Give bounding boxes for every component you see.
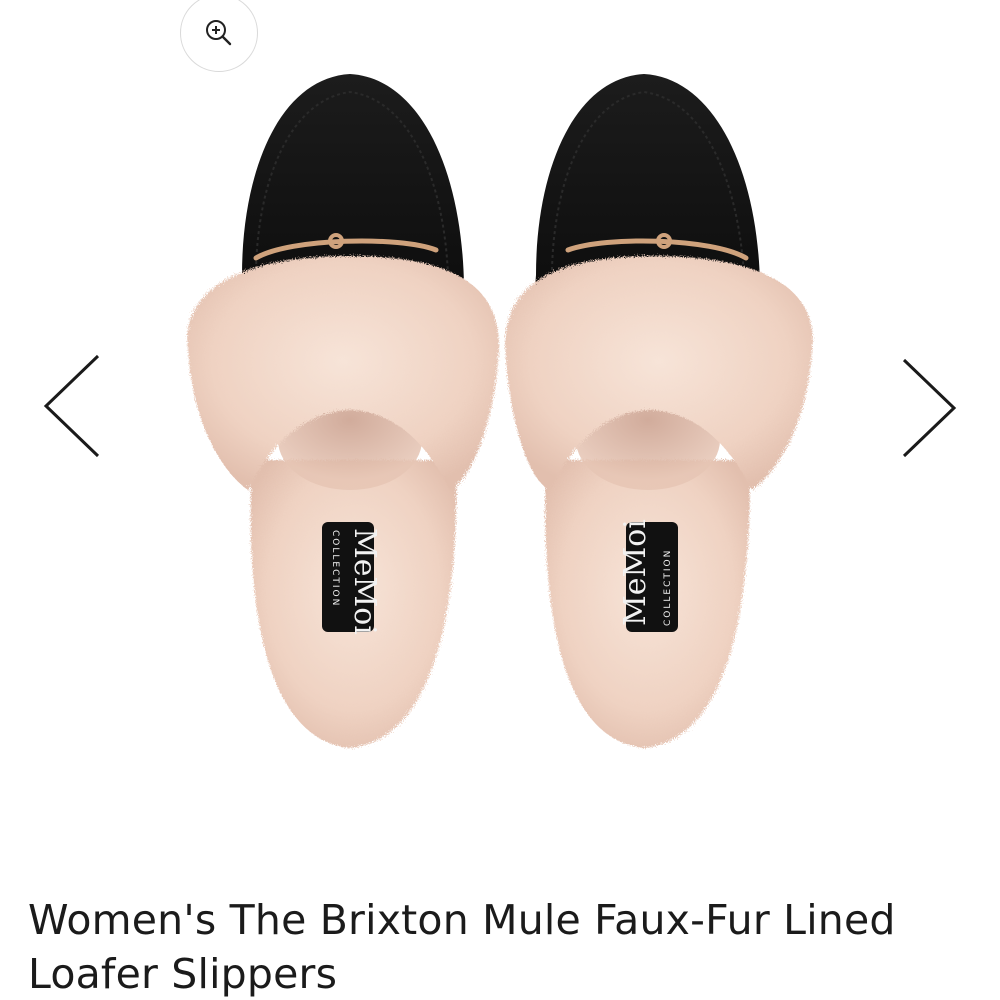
- chevron-left-icon: [34, 348, 104, 463]
- chevron-right-icon: [894, 348, 964, 463]
- left-slipper: MeMoi COLLECTION: [187, 74, 499, 748]
- previous-image-button[interactable]: [34, 340, 104, 470]
- right-slipper: MeMoi COLLECTION: [505, 74, 813, 748]
- insole-brand-left: MeMoi: [347, 528, 382, 635]
- insole-collection-right: COLLECTION: [663, 549, 673, 626]
- product-title: Women's The Brixton Mule Faux-Fur Lined …: [28, 896, 896, 998]
- insole-brand-right: MeMoi: [618, 519, 653, 626]
- product-image[interactable]: MeMoi COLLECTION MeMoi COLLECTION: [160, 60, 840, 760]
- next-image-button[interactable]: [894, 340, 964, 470]
- product-gallery-page: MeMoi COLLECTION MeMoi COLLECTION Women'…: [0, 0, 1000, 1000]
- zoom-in-icon: [203, 17, 235, 49]
- insole-collection-left: COLLECTION: [330, 530, 340, 607]
